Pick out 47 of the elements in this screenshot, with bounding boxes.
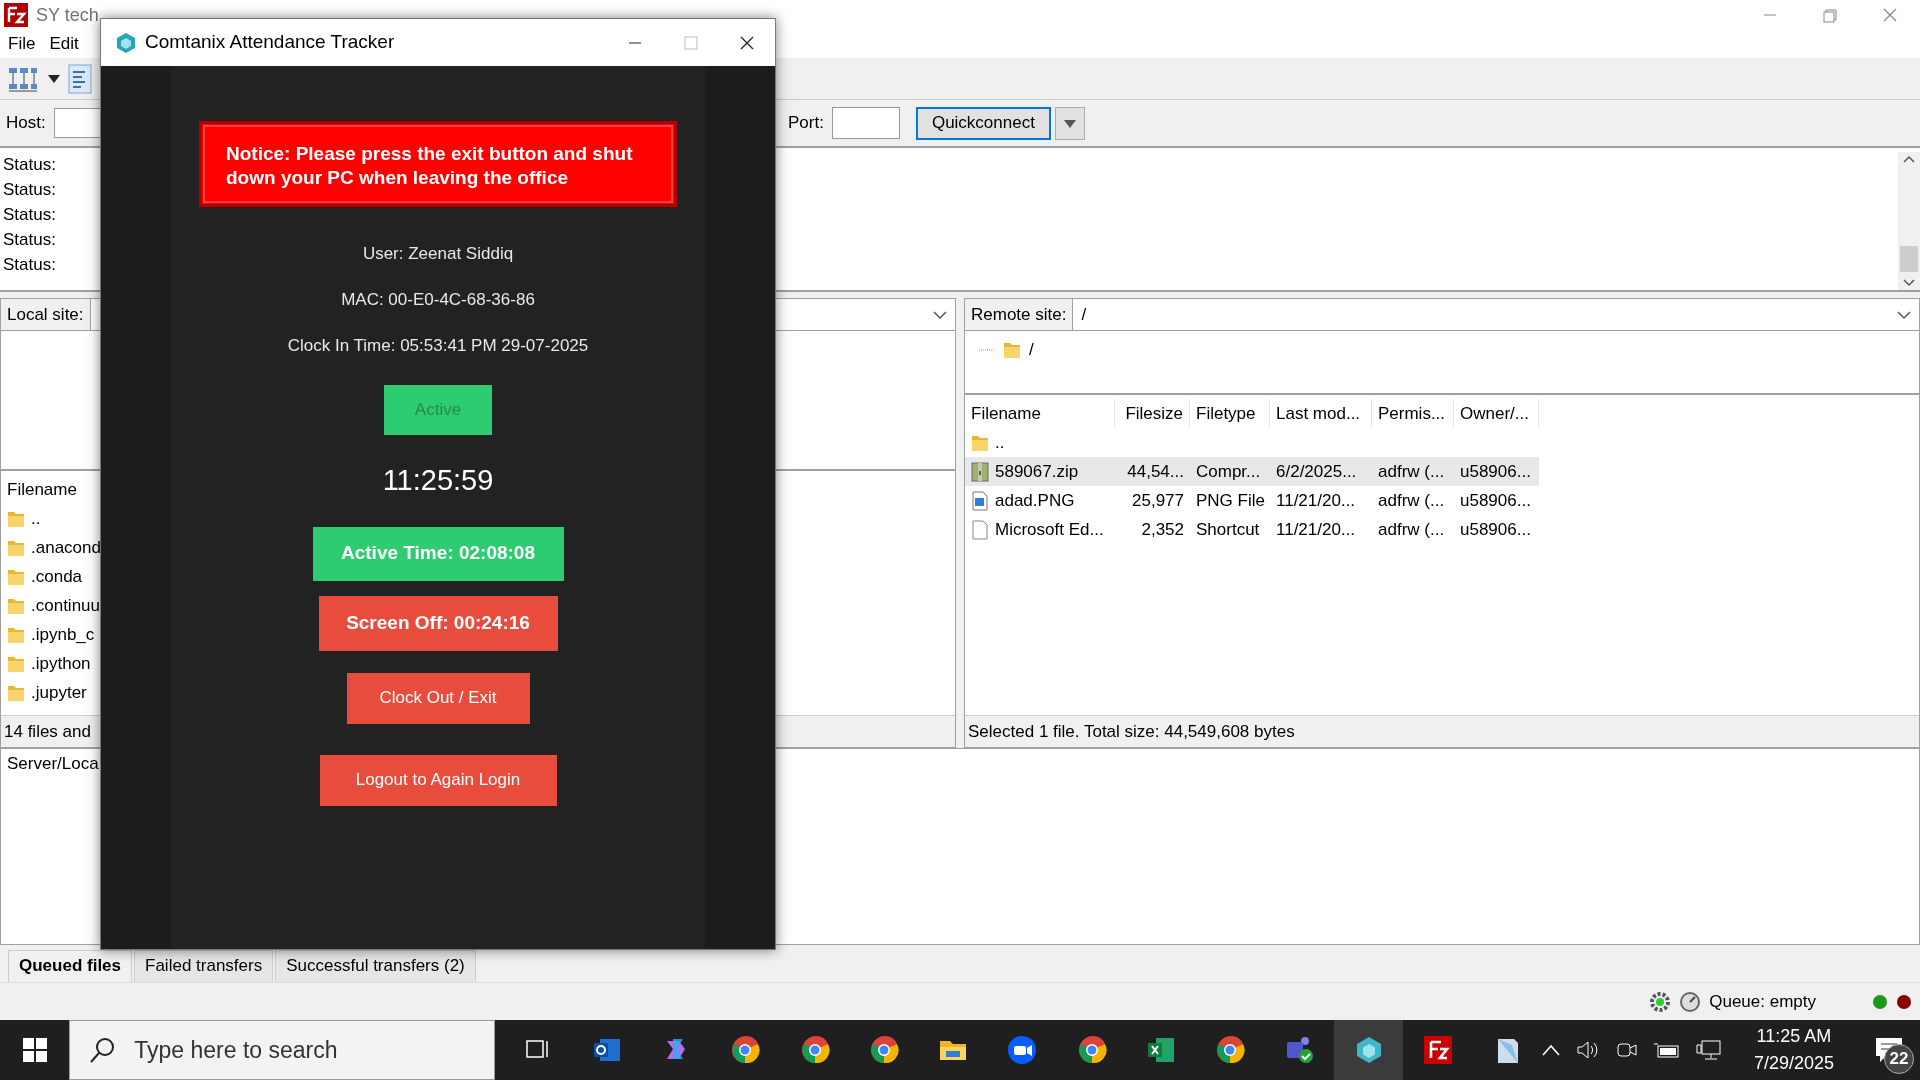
path-text: / xyxy=(1081,303,1087,326)
file-name: .conda xyxy=(31,565,83,588)
table-cell-text: 11/21/20... xyxy=(1276,489,1356,512)
table-cell-text: 6/2/2025... xyxy=(1276,460,1357,483)
status-text: Selected 1 file. Total size: 44,549,608 bytes xyxy=(965,715,1919,747)
log-label: Status: xyxy=(3,255,56,274)
file-name: .continuu xyxy=(31,594,100,617)
file-name: .anacond xyxy=(31,536,101,559)
table-cell-text: 44,54... xyxy=(1127,460,1184,483)
clock-text: 11:25:59 xyxy=(382,463,494,498)
notification-count: 22 xyxy=(1884,1044,1914,1074)
table-cell-text: .. xyxy=(995,431,1005,454)
table-cell-text: 2,352 xyxy=(1141,518,1184,541)
file-name: .ipynb_c xyxy=(31,623,95,646)
mac-label: MAC: 00-E0-4C-68-36-86 xyxy=(341,289,535,312)
table-cell-text: adfrw (... xyxy=(1378,489,1445,512)
user-label: User: Zeenat Siddiq xyxy=(362,243,514,266)
window-title: Comtanix Attendance Tracker xyxy=(145,30,395,55)
file-name: .. xyxy=(31,507,41,530)
file-name: .jupyter xyxy=(31,681,87,704)
clock-in-label: Clock In Time: 05:53:41 PM 29-07-2025 xyxy=(287,335,589,358)
active-time-label: Active Time: 02:08:08 xyxy=(312,526,564,581)
table-cell-text: u58906... xyxy=(1460,518,1531,541)
queue-status: Queue: empty xyxy=(1709,990,1816,1013)
host-label: Host: xyxy=(6,112,46,135)
window-title: SY tech xyxy=(36,3,99,27)
status-badge: Active xyxy=(384,385,492,435)
log-label: Status: xyxy=(3,230,56,249)
table-cell-text: u58906... xyxy=(1460,489,1531,512)
notice-banner: Notice: Please press the exit button and shut down your PC when leaving the office xyxy=(199,121,677,207)
log-label: Status: xyxy=(3,155,56,174)
table-cell-text: adfrw (... xyxy=(1378,460,1445,483)
log-label: Status: xyxy=(3,180,56,199)
log-label: Status: xyxy=(3,205,56,224)
table-cell-text: u58906... xyxy=(1460,460,1531,483)
table-cell-text: Shortcut xyxy=(1196,518,1260,541)
table-cell-text: 25,977 xyxy=(1132,489,1184,512)
file-name: .ipython xyxy=(31,652,91,675)
table-cell-text: Compr... xyxy=(1196,460,1261,483)
table-cell-text: 589067.zip xyxy=(995,460,1079,483)
screen-off-label: Screen Off: 00:24:16 xyxy=(318,595,558,651)
table-cell-text: 11/21/20... xyxy=(1276,518,1356,541)
table-cell-text: Microsoft Ed... xyxy=(995,518,1104,541)
port-label: Port: xyxy=(788,112,824,135)
table-cell-text: adad.PNG xyxy=(995,489,1075,512)
table-cell-text: PNG File xyxy=(1196,489,1265,512)
table-cell-text: adfrw (... xyxy=(1378,518,1445,541)
